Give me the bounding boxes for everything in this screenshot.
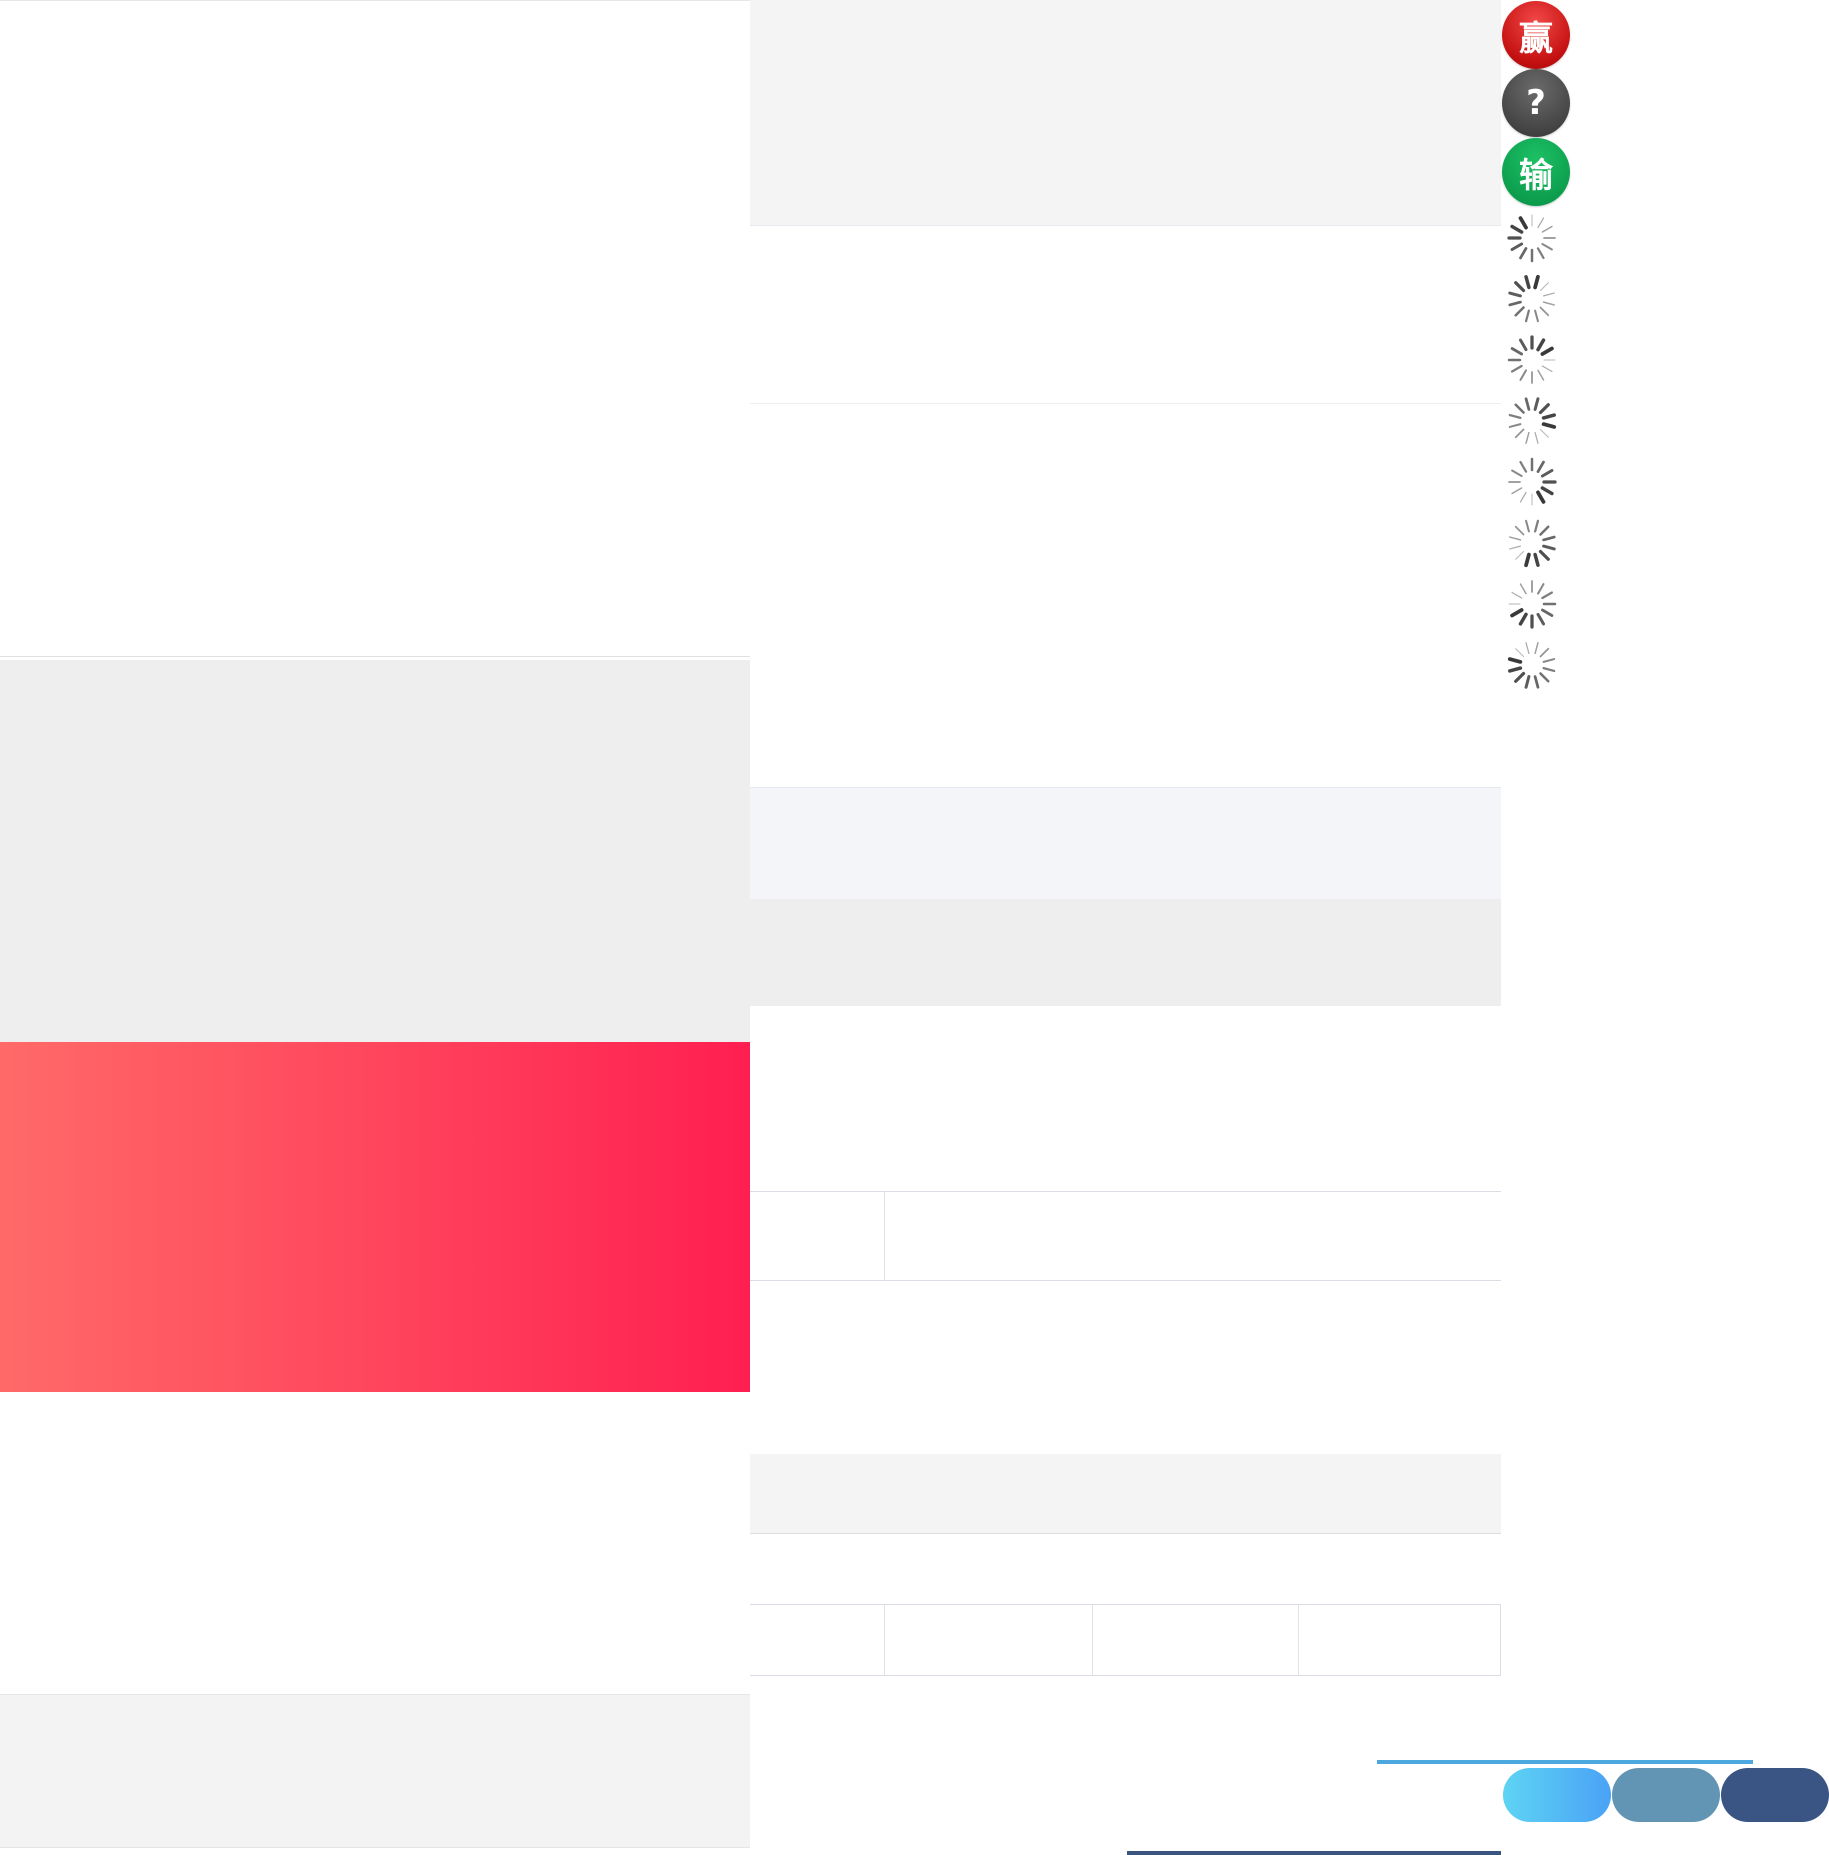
table-cell <box>750 1605 885 1675</box>
table-cell <box>1299 1605 1500 1675</box>
loading-spinner-icon <box>1506 456 1558 508</box>
right-section-1 <box>750 226 1501 404</box>
loading-spinner-icon <box>1506 212 1558 264</box>
table-cell <box>750 1192 885 1280</box>
table-cell <box>1093 1605 1299 1675</box>
bottom-nav-indicator <box>1127 1851 1501 1855</box>
loading-spinner-icon <box>1506 578 1558 630</box>
promo-banner[interactable] <box>0 1042 750 1392</box>
left-image-placeholder <box>0 660 750 1042</box>
loading-spinner-icon <box>1506 639 1558 691</box>
progress-bar <box>1377 1760 1753 1764</box>
table-cell <box>885 1192 1501 1280</box>
loading-spinner-icon <box>1506 273 1558 325</box>
action-pill-2[interactable] <box>1612 1768 1720 1822</box>
loading-spinner-icon <box>1506 334 1558 386</box>
left-content-placeholder <box>0 1 750 657</box>
right-section-5 <box>750 1534 1501 1604</box>
action-pill-3[interactable] <box>1721 1768 1829 1822</box>
right-section-2 <box>750 404 1501 788</box>
table-cell <box>885 1605 1093 1675</box>
right-section-4 <box>750 1281 1501 1454</box>
table-row <box>750 1191 1501 1281</box>
right-section-3 <box>750 1006 1501 1191</box>
loading-spinner-icon <box>1506 517 1558 569</box>
right-section-gray <box>750 899 1501 1006</box>
lose-button[interactable]: 输 <box>1502 138 1570 206</box>
win-button[interactable]: 赢 <box>1502 1 1570 69</box>
action-pill-1[interactable] <box>1503 1768 1611 1822</box>
table-row <box>750 1604 1501 1676</box>
right-table-header <box>750 1454 1501 1534</box>
right-header-placeholder <box>750 0 1501 226</box>
left-footer-placeholder <box>0 1694 750 1848</box>
help-button[interactable]: ? <box>1502 69 1570 137</box>
right-section-highlight <box>750 788 1501 899</box>
loading-spinner-icon <box>1506 395 1558 447</box>
